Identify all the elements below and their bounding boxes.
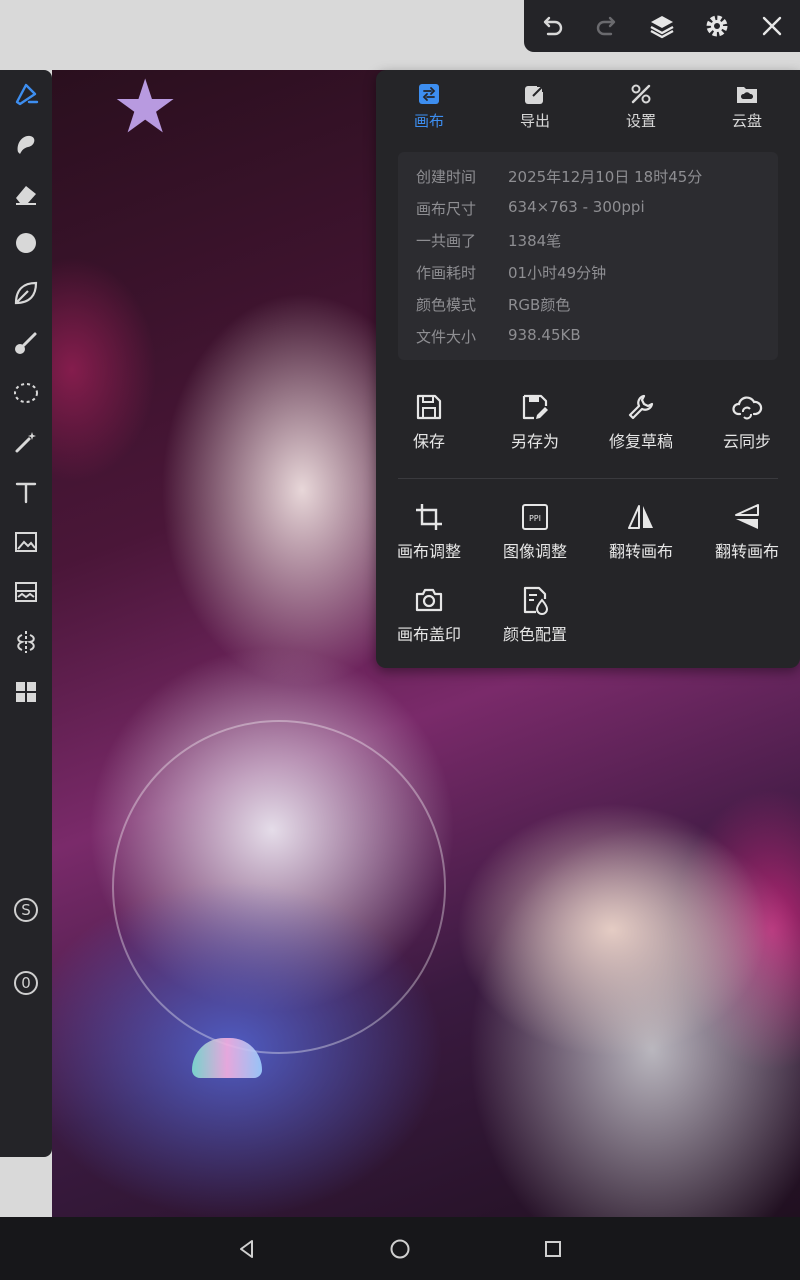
canvas-stamp-button[interactable]: 画布盖印 bbox=[376, 585, 482, 655]
panel-tabs: 画布 导出 设置 云盘 bbox=[376, 82, 800, 140]
image-import-icon[interactable] bbox=[6, 522, 46, 562]
flip-canvas-vertical-button[interactable]: 翻转画布 bbox=[694, 502, 800, 572]
home-icon[interactable] bbox=[380, 1229, 420, 1269]
info-value: 2025年12月10日 18时45分 bbox=[508, 168, 703, 186]
fill-circle-icon[interactable] bbox=[6, 223, 46, 263]
lasso-icon[interactable] bbox=[6, 373, 46, 413]
image-adjust-button[interactable]: PPI 图像调整 bbox=[482, 502, 588, 572]
top-toolbar bbox=[524, 0, 800, 52]
s-badge-label: S bbox=[14, 898, 38, 922]
image-adjust-label: 图像调整 bbox=[502, 542, 567, 561]
info-value: 01小时49分钟 bbox=[508, 264, 607, 282]
tab-settings[interactable]: 设置 bbox=[588, 82, 694, 140]
s-badge-button[interactable]: S bbox=[6, 890, 46, 930]
crop-icon bbox=[416, 504, 442, 530]
smudge-icon[interactable] bbox=[6, 124, 46, 164]
save-as-button[interactable]: 另存为 bbox=[482, 392, 588, 462]
tab-cloud[interactable]: 云盘 bbox=[694, 82, 800, 140]
layers-icon[interactable] bbox=[642, 6, 682, 46]
info-key: 画布尺寸 bbox=[416, 200, 477, 218]
undo-icon[interactable] bbox=[532, 6, 572, 46]
panel-divider bbox=[398, 478, 778, 479]
info-key: 一共画了 bbox=[416, 232, 477, 250]
save-button[interactable]: 保存 bbox=[376, 392, 482, 462]
color-config-label: 颜色配置 bbox=[502, 625, 567, 644]
canvas-adjust-label: 画布调整 bbox=[396, 542, 461, 561]
magic-wand-icon[interactable] bbox=[6, 422, 46, 462]
save-label: 保存 bbox=[412, 432, 445, 451]
canvas-menu-panel: 画布 导出 设置 云盘 创建时间 2025年12月10日 18时45分 画布尺寸… bbox=[376, 70, 800, 668]
tab-cloud-label: 云盘 bbox=[731, 112, 762, 130]
leaf-brush-icon[interactable] bbox=[6, 273, 46, 313]
color-config-button[interactable]: 颜色配置 bbox=[482, 585, 588, 655]
halo-decoration bbox=[112, 720, 446, 1054]
cloud-sync-icon bbox=[732, 396, 763, 420]
tab-canvas[interactable]: 画布 bbox=[376, 82, 482, 140]
brush-tool-icon[interactable] bbox=[6, 74, 46, 114]
repair-draft-button[interactable]: 修复草稿 bbox=[588, 392, 694, 462]
info-value: 634×763 - 300ppi bbox=[508, 198, 645, 216]
save-icon bbox=[416, 394, 442, 420]
flip-vertical-label: 翻转画布 bbox=[714, 542, 779, 561]
ppi-icon: PPI bbox=[522, 504, 548, 530]
symmetry-icon[interactable] bbox=[6, 622, 46, 662]
info-value: 938.45KB bbox=[508, 326, 581, 344]
info-value: 1384笔 bbox=[508, 232, 562, 250]
info-value: RGB颜色 bbox=[508, 296, 571, 314]
camera-icon bbox=[415, 588, 443, 612]
zero-badge-label: 0 bbox=[14, 971, 38, 995]
wrench-icon bbox=[628, 394, 654, 420]
recents-icon[interactable] bbox=[533, 1229, 573, 1269]
settings-icon[interactable] bbox=[697, 6, 737, 46]
flip-vertical-icon bbox=[735, 504, 759, 529]
canvas-icon bbox=[419, 84, 439, 104]
paint-bucket-icon[interactable] bbox=[6, 323, 46, 363]
back-icon[interactable] bbox=[227, 1229, 267, 1269]
canvas-adjust-button[interactable]: 画布调整 bbox=[376, 502, 482, 572]
starfish-wand-decoration: ★ bbox=[112, 70, 179, 150]
flip-horizontal-label: 翻转画布 bbox=[608, 542, 673, 561]
info-key: 作画耗时 bbox=[416, 264, 477, 282]
close-icon[interactable] bbox=[752, 6, 792, 46]
eraser-icon[interactable] bbox=[6, 174, 46, 214]
redo-icon[interactable] bbox=[587, 6, 627, 46]
info-key: 创建时间 bbox=[416, 168, 477, 186]
zero-badge-button[interactable]: 0 bbox=[6, 963, 46, 1003]
save-as-label: 另存为 bbox=[510, 432, 559, 451]
flip-horizontal-icon bbox=[628, 505, 653, 529]
ppi-badge-text: PPI bbox=[529, 514, 541, 523]
tab-settings-label: 设置 bbox=[625, 112, 656, 130]
cloud-sync-button[interactable]: 云同步 bbox=[694, 392, 800, 462]
info-key: 文件大小 bbox=[416, 328, 477, 346]
tab-canvas-label: 画布 bbox=[413, 112, 444, 130]
tools-icon bbox=[631, 84, 651, 104]
system-nav-bar bbox=[0, 1217, 800, 1280]
left-tool-strip: S 0 bbox=[0, 70, 52, 1157]
filter-icon[interactable] bbox=[6, 572, 46, 612]
canvas-stamp-label: 画布盖印 bbox=[396, 625, 461, 644]
tab-export[interactable]: 导出 bbox=[482, 82, 588, 140]
cloud-sync-label: 云同步 bbox=[722, 432, 771, 451]
info-key: 颜色模式 bbox=[416, 296, 477, 314]
grid-layout-icon[interactable] bbox=[6, 672, 46, 712]
canvas-info-card: 创建时间 2025年12月10日 18时45分 画布尺寸 634×763 - 3… bbox=[398, 152, 778, 360]
repair-draft-label: 修复草稿 bbox=[608, 432, 673, 451]
text-icon[interactable] bbox=[6, 472, 46, 512]
color-config-icon bbox=[523, 586, 549, 615]
cloud-folder-icon bbox=[737, 87, 757, 103]
export-icon bbox=[525, 85, 544, 104]
flip-canvas-horizontal-button[interactable]: 翻转画布 bbox=[588, 502, 694, 572]
save-as-icon bbox=[522, 394, 548, 420]
tab-export-label: 导出 bbox=[519, 112, 550, 130]
